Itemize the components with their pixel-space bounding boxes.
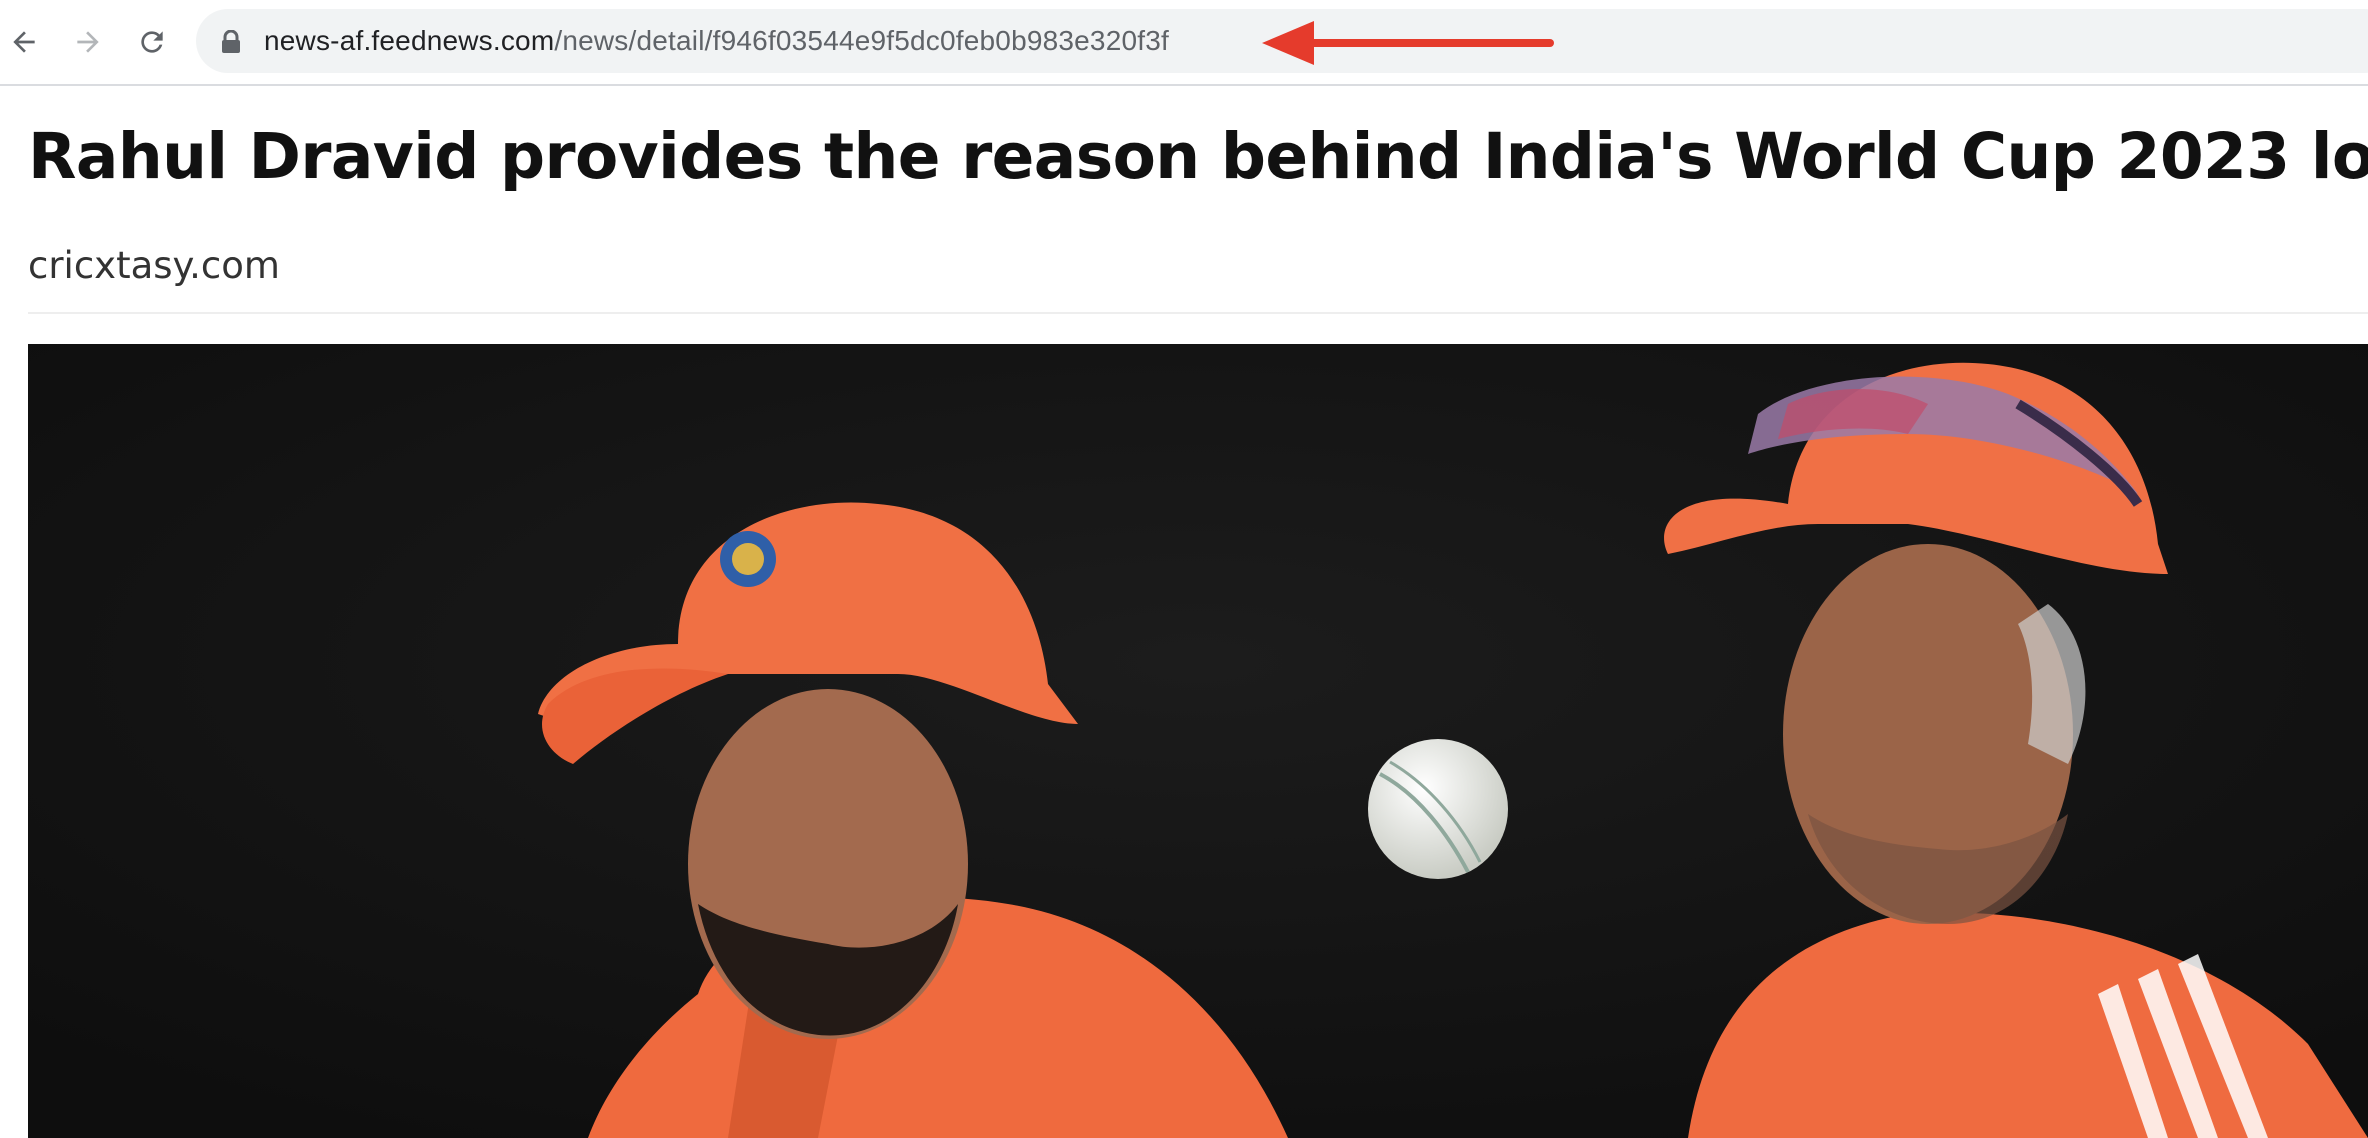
forward-button[interactable] (66, 20, 110, 64)
divider (28, 312, 2368, 314)
back-button[interactable] (2, 20, 46, 64)
lock-icon (220, 29, 242, 54)
reload-icon (136, 26, 168, 58)
red-arrow-annotation (1262, 16, 1562, 75)
url-path: /news/detail/f946f03544e9f5dc0feb0b983e3… (554, 25, 1169, 56)
article-source[interactable]: cricxtasy.com (28, 238, 280, 294)
url-host: news-af.feednews.com (264, 25, 555, 56)
article-title: Rahul Dravid provides the reason behind … (28, 120, 2368, 193)
hero-image (28, 344, 2368, 1138)
url-text[interactable]: news-af.feednews.com/news/detail/f946f03… (264, 22, 1169, 60)
browser-toolbar: news-af.feednews.com/news/detail/f946f03… (0, 0, 2368, 86)
reload-button[interactable] (130, 20, 174, 64)
arrow-left-icon (8, 26, 40, 58)
arrow-right-icon (72, 26, 104, 58)
cricket-ball (1368, 739, 1508, 879)
